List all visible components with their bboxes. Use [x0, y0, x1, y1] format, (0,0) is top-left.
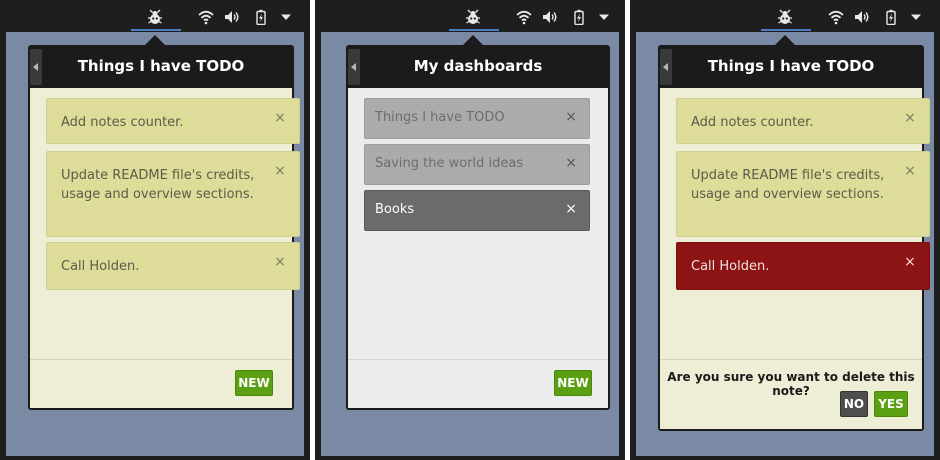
- note-item[interactable]: Add notes counter. ×: [676, 98, 930, 144]
- dashboard-item[interactable]: Saving the world ideas ×: [364, 144, 590, 185]
- note-item[interactable]: Update README file's credits, usage and …: [46, 151, 300, 237]
- popup-header: Things I have TODO: [28, 45, 294, 88]
- dashboard-item[interactable]: Books ×: [364, 190, 590, 231]
- battery-charging-icon[interactable]: [571, 9, 587, 25]
- close-icon[interactable]: ×: [565, 155, 577, 171]
- screen-dashboards: My dashboards Things I have TODO × Savin…: [315, 0, 625, 460]
- note-text: Call Holden.: [691, 259, 770, 274]
- popup-arrow: [145, 35, 165, 45]
- system-menu-chevron-icon[interactable]: [596, 9, 612, 25]
- bug-indicator-icon[interactable]: [777, 9, 793, 25]
- dashboards-popup: My dashboards Things I have TODO × Savin…: [346, 35, 610, 410]
- note-text: Call Holden.: [61, 259, 140, 274]
- active-indicator-line: [761, 29, 811, 31]
- note-text: Update README file's credits, usage and …: [61, 168, 255, 202]
- top-bar: [630, 0, 940, 32]
- volume-icon[interactable]: [542, 9, 558, 25]
- close-icon[interactable]: ×: [903, 109, 917, 127]
- system-menu-chevron-icon[interactable]: [278, 9, 294, 25]
- popup-title: Things I have TODO: [77, 57, 245, 75]
- close-icon[interactable]: ×: [903, 253, 917, 271]
- notes-popup: Things I have TODO Add notes counter. × …: [658, 35, 930, 431]
- dashboards-list: Things I have TODO × Saving the world id…: [348, 88, 608, 408]
- footer-divider: [660, 359, 922, 360]
- popup-title: My dashboards: [413, 57, 543, 75]
- bug-indicator-icon[interactable]: [147, 9, 163, 25]
- close-icon[interactable]: ×: [273, 162, 287, 180]
- screen-todo: Things I have TODO Add notes counter. × …: [0, 0, 310, 460]
- battery-charging-icon[interactable]: [883, 9, 899, 25]
- popup-title: Things I have TODO: [707, 57, 875, 75]
- close-icon[interactable]: ×: [273, 109, 287, 127]
- yes-button[interactable]: YES: [874, 391, 908, 417]
- battery-charging-icon[interactable]: [253, 9, 269, 25]
- new-dashboard-button[interactable]: NEW: [554, 370, 592, 396]
- footer-divider: [30, 359, 292, 360]
- popup-header: Things I have TODO: [658, 45, 924, 88]
- notes-popup: Things I have TODO Add notes counter. × …: [28, 35, 300, 410]
- dashboard-label: Books: [375, 202, 415, 217]
- dashboard-item[interactable]: Things I have TODO ×: [364, 98, 590, 139]
- wifi-icon[interactable]: [198, 9, 214, 25]
- close-icon[interactable]: ×: [565, 109, 577, 125]
- note-item[interactable]: Call Holden. ×: [46, 242, 300, 290]
- system-menu-chevron-icon[interactable]: [908, 9, 924, 25]
- note-item-pending-delete[interactable]: Call Holden. ×: [676, 242, 930, 290]
- note-item[interactable]: Update README file's credits, usage and …: [676, 151, 930, 237]
- wifi-icon[interactable]: [516, 9, 532, 25]
- note-text: Add notes counter.: [691, 115, 814, 130]
- note-text: Add notes counter.: [61, 115, 184, 130]
- footer-divider: [348, 359, 608, 360]
- no-button[interactable]: NO: [840, 391, 868, 417]
- popup-arrow: [463, 35, 483, 45]
- dashboard-label: Things I have TODO: [375, 110, 505, 125]
- volume-icon[interactable]: [224, 9, 240, 25]
- notes-list: Add notes counter. × Update README file'…: [660, 88, 930, 429]
- bug-indicator-icon[interactable]: [465, 9, 481, 25]
- new-note-button[interactable]: NEW: [235, 370, 273, 396]
- note-text: Update README file's credits, usage and …: [691, 168, 885, 202]
- popup-header: My dashboards: [346, 45, 610, 88]
- close-icon[interactable]: ×: [273, 253, 287, 271]
- top-bar: [0, 0, 310, 32]
- volume-icon[interactable]: [854, 9, 870, 25]
- notes-list: Add notes counter. × Update README file'…: [30, 88, 300, 408]
- dashboard-label: Saving the world ideas: [375, 156, 524, 171]
- wifi-icon[interactable]: [828, 9, 844, 25]
- active-indicator-line: [449, 29, 499, 31]
- screen-delete-confirm: Things I have TODO Add notes counter. × …: [630, 0, 940, 460]
- top-bar: [315, 0, 625, 32]
- close-icon[interactable]: ×: [565, 201, 577, 217]
- active-indicator-line: [131, 29, 181, 31]
- note-item[interactable]: Add notes counter. ×: [46, 98, 300, 144]
- close-icon[interactable]: ×: [903, 162, 917, 180]
- popup-arrow: [775, 35, 795, 45]
